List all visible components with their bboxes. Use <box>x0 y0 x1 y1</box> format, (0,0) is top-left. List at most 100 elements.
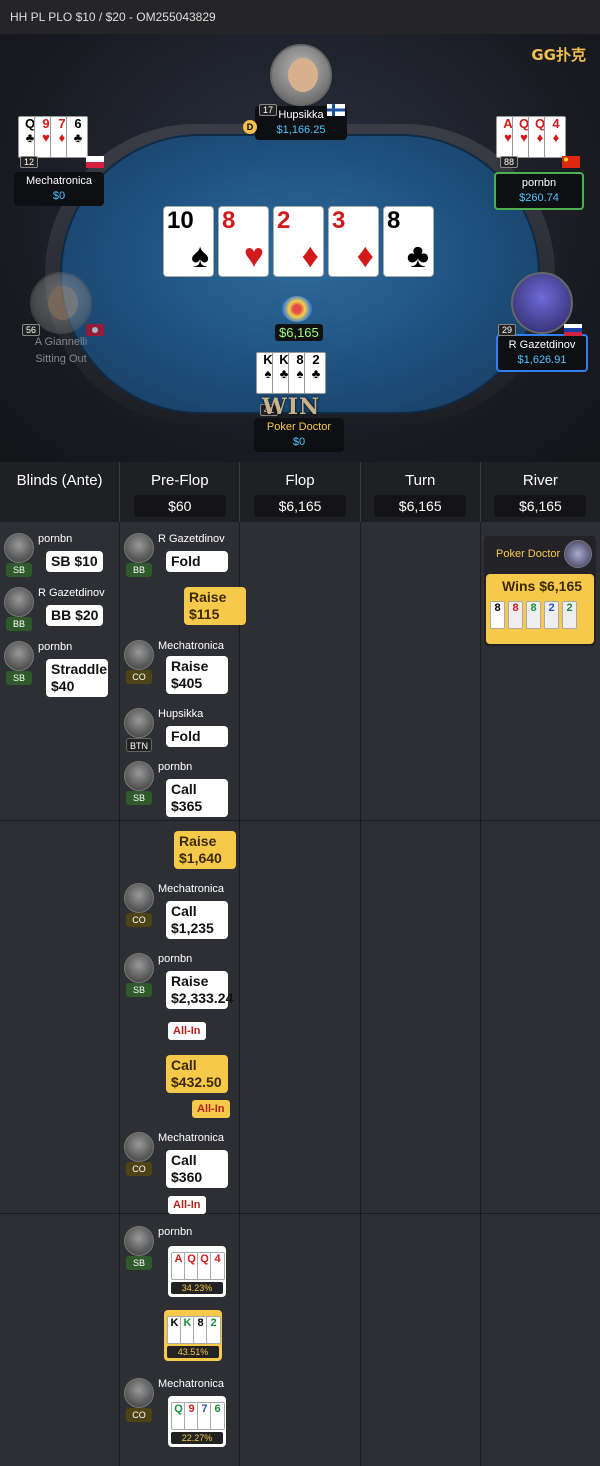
hole-card: 2 ♣ <box>304 352 326 394</box>
hand-title: HH PL PLO $10 / $20 - OM255043829 <box>0 0 600 34</box>
dealer-button-icon: D <box>243 120 257 134</box>
action-bubble: Raise $2,333.24 <box>166 971 233 1009</box>
player-stack: $260.74 <box>519 192 559 204</box>
action-bubble: Straddle $40 <box>46 659 108 697</box>
seat-right-mid[interactable]: 29 R Gazetdinov $1,626.91 <box>496 272 588 372</box>
action-bubble: Fold <box>166 726 228 747</box>
seat-top[interactable]: Hupsikka $1,166.25 17 D <box>243 44 347 140</box>
avatar <box>124 883 154 913</box>
player-plate: A Giannelli Sitting Out <box>14 334 108 368</box>
action-bubble: BB $20 <box>46 605 104 626</box>
board-card: 2 ♦ <box>273 206 324 277</box>
action-bubble: SB $10 <box>46 551 103 572</box>
player-name: pornbn <box>38 641 73 653</box>
player-name: pornbn <box>158 1226 193 1238</box>
river-column <box>480 522 600 1466</box>
player-plate: pornbn $260.74 <box>494 172 584 210</box>
street-header-river: River $6,165 <box>481 462 600 522</box>
player-name: pornbn <box>38 533 73 545</box>
player-name: pornbn <box>521 177 557 189</box>
player-name: Mechatronica <box>158 883 225 895</box>
showdown-hand: Q 9 7 6 22.27% <box>168 1396 226 1447</box>
russia-flag-icon <box>564 324 582 336</box>
china-flag-icon <box>562 156 580 168</box>
row-divider <box>0 1213 600 1214</box>
card: 8 <box>490 601 505 629</box>
avatar <box>124 640 154 670</box>
action-bubble: Raise $1,640 <box>174 831 236 869</box>
showdown-hand: A Q Q 4 34.23% <box>168 1246 226 1297</box>
player-name: R Gazetdinov <box>158 533 225 545</box>
river-winner: Poker Doctor Wins $6,165 88822 <box>484 536 596 646</box>
action-bubble: Raise $405 <box>166 656 228 694</box>
avatar <box>124 533 154 563</box>
position-badge: SB <box>6 671 32 685</box>
board-card: 3 ♦ <box>328 206 379 277</box>
tunisia-flag-icon <box>86 324 104 336</box>
winner-name: Poker Doctor <box>496 548 561 560</box>
winner-box: Wins $6,165 88822 <box>486 574 594 644</box>
player-name: Mechatronica <box>158 640 225 652</box>
seat-left-mid[interactable]: 56 A Giannelli Sitting Out <box>14 272 108 368</box>
card: 8 <box>508 601 523 629</box>
card: 4 <box>210 1252 225 1280</box>
player-stack: $0 <box>52 190 66 202</box>
hole-card: 6 ♣ <box>66 116 88 158</box>
player-name: Hupsikka <box>158 708 204 720</box>
hole-cards: Q ♣ 9 ♥ 7 ♦ 6 ♣ <box>18 116 88 158</box>
position-badge: BTN <box>126 738 152 752</box>
equity-label: 34.23% <box>171 1282 223 1294</box>
player-plate: R Gazetdinov $1,626.91 <box>496 334 588 372</box>
equity-label: 22.27% <box>171 1432 223 1444</box>
player-name: pornbn <box>158 953 193 965</box>
finland-flag-icon <box>327 104 345 116</box>
position-badge: CO <box>126 670 152 684</box>
action-bubble: Raise $115 <box>184 587 246 625</box>
gg-logo: GG扑克 <box>531 46 586 64</box>
pot-amount: $6,165 <box>275 324 323 341</box>
avatar <box>270 44 332 106</box>
row-divider <box>0 820 600 821</box>
action-bubble: Call $432.50 <box>166 1055 228 1093</box>
win-banner: WIN <box>262 394 321 420</box>
equity-label: 43.51% <box>167 1346 219 1358</box>
board-card: 8 ♣ <box>383 206 434 277</box>
avatar <box>124 708 154 738</box>
poker-table: GG扑克 Hupsikka $1,166.25 17 D Q ♣ 9 ♥ 7 ♦ 6 … <box>0 34 600 462</box>
street-header-blinds: Blinds (Ante) <box>0 462 121 522</box>
street-header-preflop: Pre-Flop $60 <box>120 462 241 522</box>
avatar <box>4 641 34 671</box>
action-bubble: Call $365 <box>166 779 228 817</box>
board-card: 8 ♥ <box>218 206 269 277</box>
winning-hand: 88822 <box>486 594 594 629</box>
avatar <box>564 540 592 568</box>
player-stack: $1,166.25 <box>276 124 326 136</box>
player-name: Poker Doctor <box>266 421 332 433</box>
player-stack: $0 <box>292 436 306 448</box>
position-badge: CO <box>126 913 152 927</box>
position-badge: CO <box>126 1408 152 1422</box>
avatar <box>124 1378 154 1408</box>
hole-cards: A ♥ Q ♥ Q ♦ 4 ♦ <box>496 116 566 158</box>
winner-amount: Wins $6,165 <box>502 578 583 594</box>
player-stack: $1,626.91 <box>517 354 567 366</box>
position-badge: SB <box>126 983 152 997</box>
player-name: A Giannelli <box>34 336 88 348</box>
avatar <box>4 587 34 617</box>
pot-chips-icon <box>282 296 312 322</box>
card: 8 <box>526 601 541 629</box>
action-bubble: Call $1,235 <box>166 901 228 939</box>
level-badge: 56 <box>22 324 41 336</box>
street-header-flop: Flop $6,165 <box>240 462 361 522</box>
level-badge: 29 <box>498 324 517 336</box>
position-badge: SB <box>126 1256 152 1270</box>
hole-cards: K ♠ K ♣ 8 ♠ 2 ♣ <box>256 352 326 394</box>
level-badge: 17 <box>259 104 278 116</box>
avatar <box>124 953 154 983</box>
card: 6 <box>210 1402 225 1430</box>
street-headers: Blinds (Ante) Pre-Flop $60 Flop $6,165 Tur… <box>0 462 600 522</box>
showdown-hand: K K 8 2 43.51% <box>164 1310 222 1361</box>
poland-flag-icon <box>86 156 104 168</box>
position-badge: BB <box>6 617 32 631</box>
avatar <box>124 1226 154 1256</box>
